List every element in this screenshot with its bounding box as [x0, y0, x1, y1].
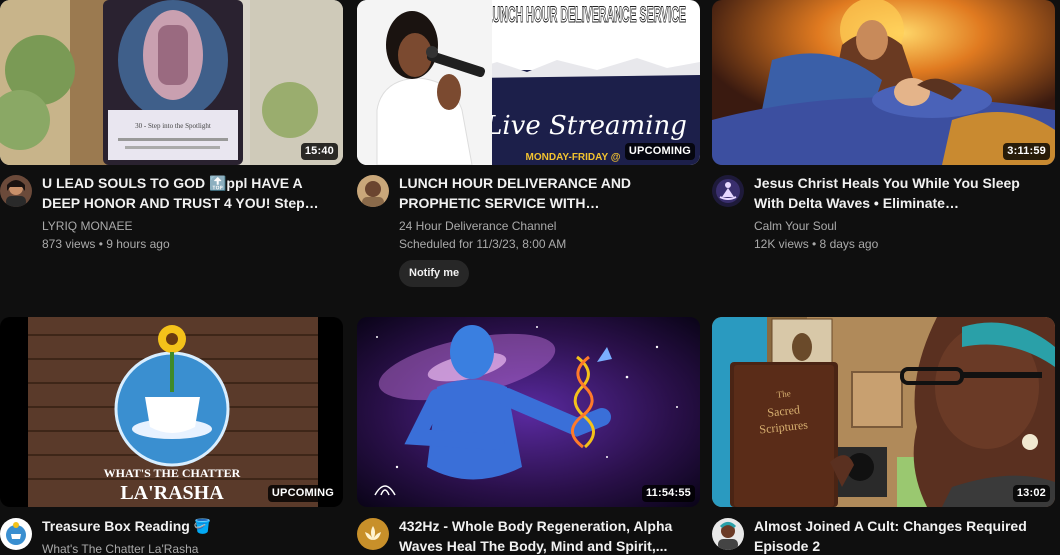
video-metadata: Treasure Box Reading 🪣 What's The Chatte… — [42, 516, 332, 555]
video-metadata: LUNCH HOUR DELIVERANCE AND PROPHETIC SER… — [399, 173, 689, 287]
video-metadata: U LEAD SOULS TO GOD 🔝ppl HAVE A DEEP HON… — [42, 173, 332, 253]
thumbnail-image: WHAT'S THE CHATTER LA'RASHA — [0, 317, 343, 507]
profile-photo-icon — [712, 518, 744, 550]
thumbnail-text: WHAT'S THE CHATTER — [104, 466, 241, 480]
thumbnail-heading: LUNCH HOUR DELIVERANCE SERVICE — [486, 2, 686, 27]
video-stats: 873 views • 9 hours ago — [42, 237, 170, 251]
profile-photo-icon — [357, 175, 389, 207]
channel-name[interactable]: LYRIQ MONAEE — [42, 217, 332, 235]
channel-name[interactable]: What's The Chatter La'Rasha — [42, 540, 332, 555]
upcoming-badge: UPCOMING — [267, 485, 338, 502]
duration-badge: 11:54:55 — [641, 485, 695, 502]
video-title[interactable]: U LEAD SOULS TO GOD 🔝ppl HAVE A DEEP HON… — [42, 173, 332, 213]
thumbnail-subtext: MONDAY-FRIDAY @ — [526, 152, 621, 163]
thumbnail-image: LUNCH HOUR DELIVERANCE SERVICE Live Stre… — [357, 0, 700, 165]
profile-photo-icon — [0, 175, 32, 207]
channel-avatar[interactable] — [0, 518, 32, 550]
video-title[interactable]: Jesus Christ Heals You While You Sleep W… — [754, 173, 1044, 213]
thumbnail-image: The Sacred Scriptures — [712, 317, 1055, 507]
video-title[interactable]: Treasure Box Reading 🪣 — [42, 516, 332, 536]
teacup-logo-icon — [0, 518, 32, 550]
video-title[interactable]: Almost Joined A Cult: Changes Required E… — [754, 516, 1044, 555]
channel-name[interactable]: 24 Hour Deliverance Channel — [399, 217, 689, 235]
video-thumbnail[interactable]: 3:11:59 — [712, 0, 1055, 165]
video-metadata: Almost Joined A Cult: Changes Required E… — [754, 516, 1044, 555]
thumbnail-text: 30 - Step into the Spotlight — [135, 122, 211, 130]
duration-badge: 3:11:59 — [1003, 143, 1050, 160]
upcoming-badge: UPCOMING — [624, 143, 695, 160]
video-metadata: 432Hz - Whole Body Regeneration, Alpha W… — [399, 516, 689, 555]
thumbnail-text: LA'RASHA — [120, 482, 224, 504]
scheduled-time: Scheduled for 11/3/23, 8:00 AM — [399, 237, 567, 251]
channel-avatar[interactable] — [712, 175, 744, 207]
thumbnail-script-text: Live Streaming — [484, 111, 687, 141]
notify-me-button[interactable]: Notify me — [399, 260, 470, 287]
video-grid: 30 - Step into the Spotlight 15:40 U LEA… — [0, 0, 1060, 555]
channel-name[interactable]: Calm Your Soul — [754, 217, 1044, 235]
meditation-figure-icon — [712, 175, 744, 207]
thumbnail-image — [357, 317, 700, 507]
video-thumbnail[interactable]: 30 - Step into the Spotlight 15:40 — [0, 0, 343, 165]
book-title-line: The — [776, 388, 791, 399]
video-thumbnail[interactable]: WHAT'S THE CHATTER LA'RASHA UPCOMING — [0, 317, 343, 507]
video-metadata: Jesus Christ Heals You While You Sleep W… — [754, 173, 1044, 253]
channel-avatar[interactable] — [0, 175, 32, 207]
channel-avatar[interactable] — [357, 175, 389, 207]
thumbnail-image — [712, 0, 1055, 165]
video-thumbnail[interactable]: LUNCH HOUR DELIVERANCE SERVICE Live Stre… — [357, 0, 700, 165]
duration-badge: 15:40 — [300, 143, 338, 160]
channel-avatar[interactable] — [357, 518, 389, 550]
duration-badge: 13:02 — [1012, 485, 1050, 502]
lotus-icon — [357, 518, 389, 550]
video-thumbnail[interactable]: The Sacred Scriptures 13:02 — [712, 317, 1055, 507]
video-title[interactable]: LUNCH HOUR DELIVERANCE AND PROPHETIC SER… — [399, 173, 689, 213]
thumbnail-image: 30 - Step into the Spotlight — [0, 0, 343, 165]
video-thumbnail[interactable]: 11:54:55 — [357, 317, 700, 507]
video-title[interactable]: 432Hz - Whole Body Regeneration, Alpha W… — [399, 516, 689, 555]
video-stats: 12K views • 8 days ago — [754, 237, 879, 251]
channel-avatar[interactable] — [712, 518, 744, 550]
